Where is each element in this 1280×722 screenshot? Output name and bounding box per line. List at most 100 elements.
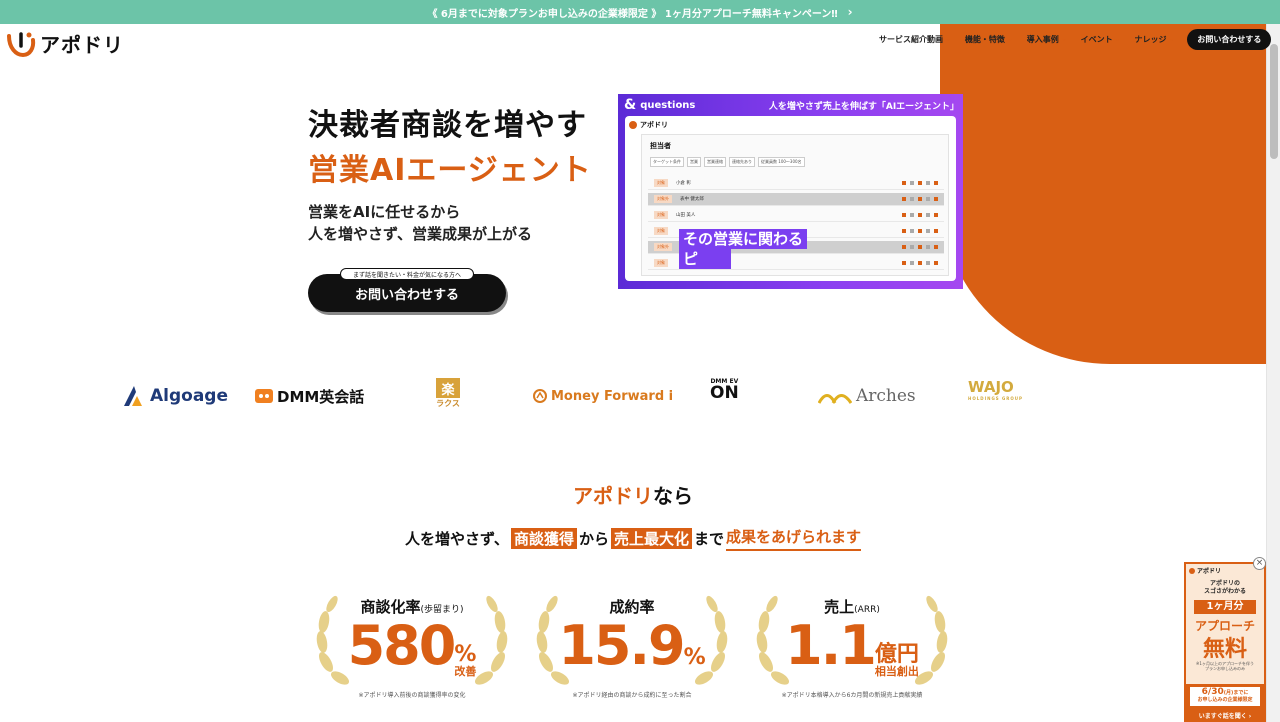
stat-number: 1.1 xyxy=(785,614,877,677)
promo-footer[interactable]: 6/30(月)までに お申し込みの企業様限定 いますぐ話を聞く › xyxy=(1186,684,1264,720)
promo-intro-line2: スゴさがわかる xyxy=(1203,588,1246,595)
filter-chip: 従業員数 100〜300名 xyxy=(758,157,805,167)
row-action-icons xyxy=(902,245,944,249)
promo-logo: アポドリ xyxy=(1189,566,1221,575)
filter-chip: 営業 xyxy=(687,157,701,167)
nav-item-label: 機能・特徴 xyxy=(964,34,1005,44)
promo-deadline: 6/30(月)までに お申し込みの企業様限定 xyxy=(1190,687,1260,706)
stat-meeting-rate: 商談化率(歩留まり) 580% 改善 ※アポドリ導入前後の商談獲得率の変化 xyxy=(312,592,512,702)
logo-rakus: 楽 ラクス xyxy=(436,378,460,414)
promo-month: 1ヶ月分 xyxy=(1194,600,1256,614)
row-action-icons xyxy=(902,181,944,185)
video-brand-text: questions xyxy=(640,99,696,111)
page-scrollbar[interactable] xyxy=(1266,24,1280,722)
video-header: & questions 人を増やさず売上を伸ばす「AIエージェント」 xyxy=(624,96,959,114)
row-tag: 対象 xyxy=(654,259,668,267)
nav-item-service-video[interactable]: サービス紹介動画 ⌄ xyxy=(872,34,958,45)
nav-item-knowledge[interactable]: ナレッジ ⌄ xyxy=(1128,34,1182,45)
logo-dmm-text: DMM英会話 xyxy=(277,387,365,406)
site-logo[interactable]: アポドリ xyxy=(6,29,124,58)
hero-subtitle-line1: 営業をAIに任せるから xyxy=(308,203,461,221)
main-nav: サービス紹介動画 ⌄ 機能・特徴 ⌄ 導入事例 ⌄ イベント ⌄ ナレッジ ⌄ … xyxy=(872,28,1272,50)
promo-fineprint: ※1ヶ月以上のアプローチを伴う プランお申し込みのみ xyxy=(1186,661,1264,671)
hero-subtitle: 営業をAIに任せるから 人を増やさず、営業成果が上がる xyxy=(308,201,532,245)
logo-arches-text: Arches xyxy=(856,386,916,406)
hero-title-line1: 決裁者商談を増やす xyxy=(308,108,587,143)
section-heading: アポドリなら xyxy=(0,480,1266,509)
row-name: 表中 健太郎 xyxy=(680,197,704,202)
logo-algoage: Algoage xyxy=(122,378,228,414)
campaign-banner-text: 《 6月までに対象プランお申し込みの企業様限定 》 1ヶ月分アプローチ無料キャン… xyxy=(427,8,838,20)
logo-algoage-text: Algoage xyxy=(150,386,229,406)
stat-number: 580 xyxy=(347,614,457,677)
stat-value: 580% 改善 xyxy=(312,614,512,677)
campaign-banner[interactable]: 《 6月までに対象プランお申し込みの企業様限定 》 1ヶ月分アプローチ無料キャン… xyxy=(0,0,1280,24)
logo-dot-icon xyxy=(629,121,637,129)
filter-chip: 営業連絡 xyxy=(704,157,726,167)
logo-dmm-eikaiwa: DMM英会話 xyxy=(255,378,364,414)
video-headline: 人を増やさず売上を伸ばす「AIエージェント」 xyxy=(768,101,959,112)
chevron-down-icon: ⌄ xyxy=(1060,35,1067,43)
stat-number: 15.9 xyxy=(558,614,685,677)
hero-cta[interactable]: まず話を聞きたい・料金が気になる方へ お問い合わせする xyxy=(308,268,506,312)
logo-money-forward-text: Money Forward i xyxy=(551,388,674,404)
stat-unit-sub: 改善 xyxy=(454,665,477,678)
stat-unit-sub: 相当創出 xyxy=(874,665,919,678)
stat-close-rate: 成約率 15.9% ※アポドリ経由の商談から成約に至った割合 xyxy=(532,592,732,702)
video-table-row: 対象外 表中 健太郎 xyxy=(648,193,944,206)
promo-close-button[interactable]: × xyxy=(1253,557,1266,570)
promo-talk-link[interactable]: いますぐ話を聞く › xyxy=(1186,711,1264,720)
filter-chip: ターゲット条件 xyxy=(650,157,684,167)
filter-chip: 連絡先あり xyxy=(729,157,755,167)
stat-revenue: 売上(ARR) 1.1 億円 相当創出 ※アポドリ本格導入から6カ月間の新規売上貢献… xyxy=(752,592,952,702)
row-tag: 対象 xyxy=(654,179,668,187)
promo-fineprint-line2: プランお申し込みのみ xyxy=(1205,666,1245,671)
row-action-icons xyxy=(902,213,944,217)
logo-money-forward: Money Forward i xyxy=(533,378,673,414)
section-sub-underlined: 成果をあげられます xyxy=(726,526,862,551)
stat-note: ※アポドリ本格導入から6カ月間の新規売上貢献実績 xyxy=(781,692,923,699)
row-tag: 対象 xyxy=(654,211,668,219)
scrollbar-thumb[interactable] xyxy=(1270,44,1278,159)
nav-item-case-studies[interactable]: 導入事例 ⌄ xyxy=(1020,34,1074,45)
chevron-down-icon: ⌄ xyxy=(1114,35,1121,43)
promo-free: 無料 xyxy=(1202,637,1247,662)
promo-intro: アポドリの スゴさがわかる xyxy=(1186,580,1264,596)
promo-intro-line1: アポドリの xyxy=(1209,580,1240,587)
nav-item-features[interactable]: 機能・特徴 ⌄ xyxy=(958,34,1020,45)
video-app-screen: アポドリ 担当者 ターゲット条件 営業 営業連絡 連絡先あり 従業員数 100〜… xyxy=(625,116,956,281)
arches-mark-icon xyxy=(818,394,852,404)
video-panel-title: 担当者 xyxy=(650,142,671,150)
logo-rakus-text: ラクス xyxy=(436,399,460,408)
header-contact-button[interactable]: お問い合わせする xyxy=(1187,28,1272,50)
promo-deadline-rest: (月)までに xyxy=(1223,690,1249,696)
hero-cta-badge: まず話を聞きたい・料金が気になる方へ xyxy=(340,268,474,280)
ampersand-icon: & xyxy=(624,97,637,113)
chevron-down-icon: ⌄ xyxy=(1006,35,1013,43)
nav-item-label: ナレッジ xyxy=(1134,34,1167,44)
row-tag: 対象外 xyxy=(654,195,672,203)
video-app-logo-text: アポドリ xyxy=(640,121,668,129)
nav-item-events[interactable]: イベント ⌄ xyxy=(1074,34,1128,45)
client-logos: Algoage DMM英会話 楽 ラクス Money Forward i DMM… xyxy=(110,378,1070,418)
stat-note: ※アポドリ導入前後の商談獲得率の変化 xyxy=(358,692,466,699)
video-table-row: 対象 小倉 彰 xyxy=(648,177,944,190)
row-action-icons xyxy=(902,229,944,233)
section-heading-brand: アポドリ xyxy=(573,484,653,508)
stat-unit: % xyxy=(454,642,477,667)
nav-item-label: イベント xyxy=(1080,34,1113,44)
section-sub-part: まで xyxy=(693,530,724,548)
video-filters: ターゲット条件 営業 営業連絡 連絡先あり 従業員数 100〜300名 xyxy=(650,157,805,167)
side-promo-banner[interactable]: アポドリ アポドリの スゴさがわかる 1ヶ月分 アプローチ 無料 ※1ヶ月以上の… xyxy=(1184,562,1266,722)
row-name: 小倉 彰 xyxy=(676,181,691,186)
section-sub-part: 人を増やさず、 xyxy=(404,530,509,548)
stat-value: 1.1 億円 相当創出 xyxy=(752,614,952,677)
row-tag: 対象 xyxy=(654,227,668,235)
stat-unit: % xyxy=(683,645,706,670)
hero-video-thumbnail[interactable]: & questions 人を増やさず売上を伸ばす「AIエージェント」 アポドリ … xyxy=(618,94,963,289)
logo-wajo-text: WAJO xyxy=(968,378,1014,396)
section-subheading: 人を増やさず、 商談獲得 から 売上最大化 まで 成果をあげられます xyxy=(0,526,1266,551)
hero-title-line2: 営業AIエージェント xyxy=(308,153,592,188)
chevron-down-icon: ⌄ xyxy=(1168,35,1175,43)
section-sub-part: から xyxy=(578,530,609,548)
